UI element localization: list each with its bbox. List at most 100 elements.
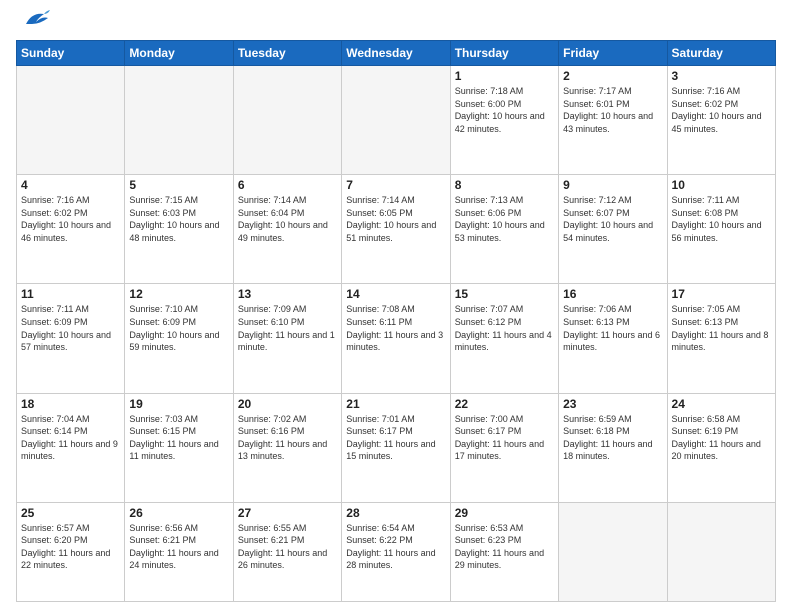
logo-bird-icon	[18, 10, 50, 32]
day-number: 1	[455, 69, 554, 83]
day-number: 20	[238, 397, 337, 411]
week-row-1: 1 Sunrise: 7:18 AM Sunset: 6:00 PM Daylig…	[17, 66, 776, 175]
day-cell: 22Sunrise: 7:00 AM Sunset: 6:17 PM Dayli…	[450, 393, 558, 502]
day-cell: 4 Sunrise: 7:16 AM Sunset: 6:02 PM Daylig…	[17, 175, 125, 284]
day-info: Sunrise: 7:05 AM Sunset: 6:13 PM Dayligh…	[672, 303, 771, 353]
day-number: 13	[238, 287, 337, 301]
day-info: Sunrise: 7:15 AM Sunset: 6:03 PM Dayligh…	[129, 194, 228, 244]
day-cell: 7 Sunrise: 7:14 AM Sunset: 6:05 PM Daylig…	[342, 175, 450, 284]
day-number: 10	[672, 178, 771, 192]
day-info: Sunrise: 7:06 AM Sunset: 6:13 PM Dayligh…	[563, 303, 662, 353]
day-info: Sunrise: 6:58 AM Sunset: 6:19 PM Dayligh…	[672, 413, 771, 463]
day-info: Sunrise: 6:57 AM Sunset: 6:20 PM Dayligh…	[21, 522, 120, 572]
week-row-2: 4 Sunrise: 7:16 AM Sunset: 6:02 PM Daylig…	[17, 175, 776, 284]
weekday-header-row: SundayMondayTuesdayWednesdayThursdayFrid…	[17, 41, 776, 66]
day-cell: 1 Sunrise: 7:18 AM Sunset: 6:00 PM Daylig…	[450, 66, 558, 175]
day-info: Sunrise: 7:03 AM Sunset: 6:15 PM Dayligh…	[129, 413, 228, 463]
day-cell: 11 Sunrise: 7:11 AM Sunset: 6:09 PM Dayli…	[17, 284, 125, 393]
header	[16, 16, 776, 32]
day-number: 28	[346, 506, 445, 520]
day-cell: 2 Sunrise: 7:17 AM Sunset: 6:01 PM Daylig…	[559, 66, 667, 175]
day-cell: 17 Sunrise: 7:05 AM Sunset: 6:13 PM Dayli…	[667, 284, 775, 393]
day-info: Sunrise: 6:53 AM Sunset: 6:23 PM Dayligh…	[455, 522, 554, 572]
day-cell: 24 Sunrise: 6:58 AM Sunset: 6:19 PM Dayli…	[667, 393, 775, 502]
day-number: 24	[672, 397, 771, 411]
day-number: 11	[21, 287, 120, 301]
day-cell	[342, 66, 450, 175]
day-cell	[559, 502, 667, 601]
day-info: Sunrise: 7:08 AM Sunset: 6:11 PM Dayligh…	[346, 303, 445, 353]
weekday-tuesday: Tuesday	[233, 41, 341, 66]
day-info: Sunrise: 7:01 AM Sunset: 6:17 PM Dayligh…	[346, 413, 445, 463]
day-cell	[233, 66, 341, 175]
day-number: 16	[563, 287, 662, 301]
day-number: 27	[238, 506, 337, 520]
day-cell: 21 Sunrise: 7:01 AM Sunset: 6:17 PM Dayli…	[342, 393, 450, 502]
week-row-4: 18 Sunrise: 7:04 AM Sunset: 6:14 PM Dayli…	[17, 393, 776, 502]
day-number: 29	[455, 506, 554, 520]
day-info: Sunrise: 7:16 AM Sunset: 6:02 PM Dayligh…	[21, 194, 120, 244]
day-cell: 23 Sunrise: 6:59 AM Sunset: 6:18 PM Dayli…	[559, 393, 667, 502]
day-info: Sunrise: 7:11 AM Sunset: 6:08 PM Dayligh…	[672, 194, 771, 244]
day-cell	[17, 66, 125, 175]
day-info: Sunrise: 7:14 AM Sunset: 6:04 PM Dayligh…	[238, 194, 337, 244]
calendar-table: SundayMondayTuesdayWednesdayThursdayFrid…	[16, 40, 776, 602]
day-cell: 9 Sunrise: 7:12 AM Sunset: 6:07 PM Daylig…	[559, 175, 667, 284]
weekday-wednesday: Wednesday	[342, 41, 450, 66]
day-info: Sunrise: 6:55 AM Sunset: 6:21 PM Dayligh…	[238, 522, 337, 572]
logo	[16, 16, 50, 32]
page: SundayMondayTuesdayWednesdayThursdayFrid…	[0, 0, 792, 612]
day-cell: 12 Sunrise: 7:10 AM Sunset: 6:09 PM Dayli…	[125, 284, 233, 393]
day-number: 7	[346, 178, 445, 192]
day-info: Sunrise: 6:59 AM Sunset: 6:18 PM Dayligh…	[563, 413, 662, 463]
day-number: 15	[455, 287, 554, 301]
day-number: 4	[21, 178, 120, 192]
day-number: 26	[129, 506, 228, 520]
day-info: Sunrise: 6:56 AM Sunset: 6:21 PM Dayligh…	[129, 522, 228, 572]
week-row-5: 25 Sunrise: 6:57 AM Sunset: 6:20 PM Dayli…	[17, 502, 776, 601]
day-cell: 3 Sunrise: 7:16 AM Sunset: 6:02 PM Daylig…	[667, 66, 775, 175]
day-info: Sunrise: 7:02 AM Sunset: 6:16 PM Dayligh…	[238, 413, 337, 463]
day-info: Sunrise: 7:16 AM Sunset: 6:02 PM Dayligh…	[672, 85, 771, 135]
day-cell: 15 Sunrise: 7:07 AM Sunset: 6:12 PM Dayli…	[450, 284, 558, 393]
day-info: Sunrise: 7:14 AM Sunset: 6:05 PM Dayligh…	[346, 194, 445, 244]
day-number: 9	[563, 178, 662, 192]
day-info: Sunrise: 7:10 AM Sunset: 6:09 PM Dayligh…	[129, 303, 228, 353]
day-cell	[667, 502, 775, 601]
day-number: 18	[21, 397, 120, 411]
day-info: Sunrise: 7:17 AM Sunset: 6:01 PM Dayligh…	[563, 85, 662, 135]
day-info: Sunrise: 7:04 AM Sunset: 6:14 PM Dayligh…	[21, 413, 120, 463]
week-row-3: 11 Sunrise: 7:11 AM Sunset: 6:09 PM Dayli…	[17, 284, 776, 393]
day-number: 8	[455, 178, 554, 192]
weekday-sunday: Sunday	[17, 41, 125, 66]
day-info: Sunrise: 7:18 AM Sunset: 6:00 PM Dayligh…	[455, 85, 554, 135]
day-cell: 25 Sunrise: 6:57 AM Sunset: 6:20 PM Dayli…	[17, 502, 125, 601]
day-cell: 13Sunrise: 7:09 AM Sunset: 6:10 PM Dayli…	[233, 284, 341, 393]
day-cell: 18 Sunrise: 7:04 AM Sunset: 6:14 PM Dayli…	[17, 393, 125, 502]
day-number: 14	[346, 287, 445, 301]
day-info: Sunrise: 6:54 AM Sunset: 6:22 PM Dayligh…	[346, 522, 445, 572]
day-cell: 27 Sunrise: 6:55 AM Sunset: 6:21 PM Dayli…	[233, 502, 341, 601]
day-info: Sunrise: 7:13 AM Sunset: 6:06 PM Dayligh…	[455, 194, 554, 244]
day-info: Sunrise: 7:11 AM Sunset: 6:09 PM Dayligh…	[21, 303, 120, 353]
day-number: 12	[129, 287, 228, 301]
day-cell: 29 Sunrise: 6:53 AM Sunset: 6:23 PM Dayli…	[450, 502, 558, 601]
day-number: 25	[21, 506, 120, 520]
day-cell: 10 Sunrise: 7:11 AM Sunset: 6:08 PM Dayli…	[667, 175, 775, 284]
day-number: 3	[672, 69, 771, 83]
day-info: Sunrise: 7:00 AM Sunset: 6:17 PM Dayligh…	[455, 413, 554, 463]
day-number: 6	[238, 178, 337, 192]
day-info: Sunrise: 7:12 AM Sunset: 6:07 PM Dayligh…	[563, 194, 662, 244]
day-number: 17	[672, 287, 771, 301]
day-number: 19	[129, 397, 228, 411]
weekday-saturday: Saturday	[667, 41, 775, 66]
day-cell: 28 Sunrise: 6:54 AM Sunset: 6:22 PM Dayli…	[342, 502, 450, 601]
day-cell	[125, 66, 233, 175]
day-info: Sunrise: 7:07 AM Sunset: 6:12 PM Dayligh…	[455, 303, 554, 353]
day-cell: 5Sunrise: 7:15 AM Sunset: 6:03 PM Daylig…	[125, 175, 233, 284]
day-number: 23	[563, 397, 662, 411]
day-number: 21	[346, 397, 445, 411]
day-number: 2	[563, 69, 662, 83]
day-cell: 14 Sunrise: 7:08 AM Sunset: 6:11 PM Dayli…	[342, 284, 450, 393]
day-cell: 6 Sunrise: 7:14 AM Sunset: 6:04 PM Daylig…	[233, 175, 341, 284]
